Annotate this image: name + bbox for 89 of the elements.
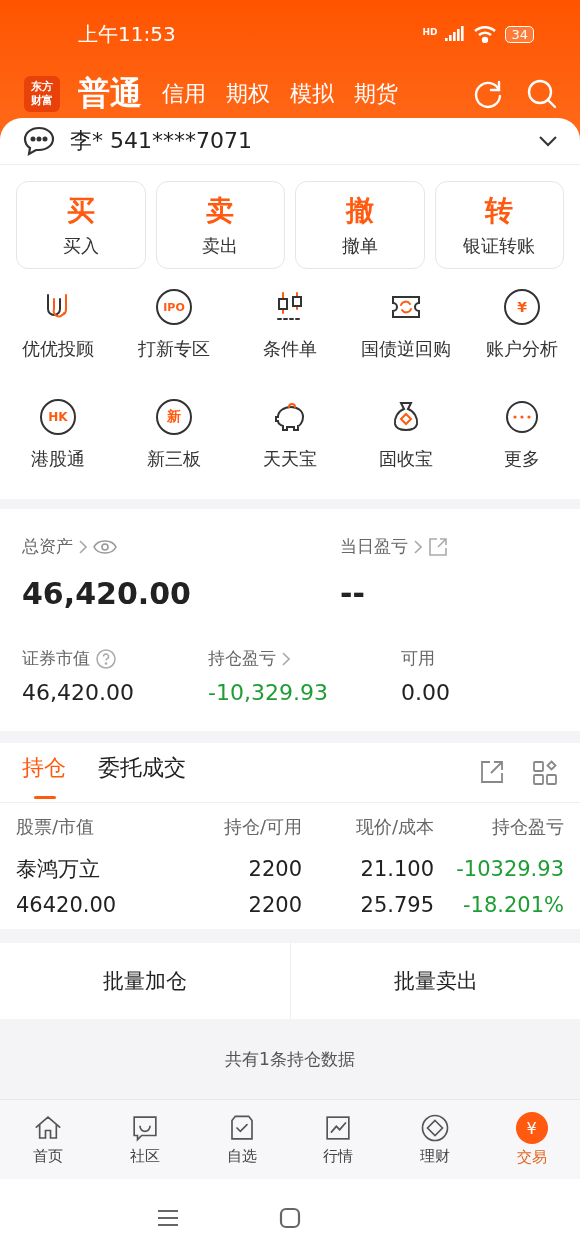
action-label: 银证转账 <box>463 234 536 258</box>
action-label: 卖出 <box>202 234 239 258</box>
column-header: 持仓盈亏 <box>491 815 564 839</box>
action-glyph: 转 <box>485 193 514 229</box>
service-shortcut[interactable]: ¥ 账户分析 <box>464 279 580 371</box>
stat-label: 证券市值 <box>22 647 90 670</box>
column-header: 持仓/可用 <box>222 815 302 839</box>
service-shortcut[interactable]: 固收宝 <box>348 389 464 481</box>
stat-value: 0.00 <box>401 680 451 705</box>
action-glyph: 买 <box>66 193 95 229</box>
stat-value: -10,329.93 <box>208 680 329 705</box>
service-shortcut[interactable]: 条件单 <box>232 279 348 371</box>
home-button-icon[interactable] <box>279 1207 301 1229</box>
total-assets-label: 总资产 <box>22 535 73 558</box>
app-logo: 东方 财富 <box>24 76 60 112</box>
nav-tab[interactable]: 社区 <box>96 1100 194 1179</box>
action-glyph: 撤 <box>345 193 374 229</box>
account-name: 李* 541****7071 <box>70 127 253 155</box>
menu-icon[interactable] <box>157 1208 179 1228</box>
trade-action-button[interactable]: 买 买入 <box>16 181 146 269</box>
stat-value: 46,420.00 <box>22 680 135 705</box>
trade-action-button[interactable]: 撤 撤单 <box>295 181 425 269</box>
pnl-cell-text: -18.201% <box>462 892 564 919</box>
circle-badge: HK <box>40 399 76 435</box>
nav-tab[interactable]: 自选 <box>193 1100 290 1179</box>
holdings-summary: 共有1条持仓数据 <box>225 1047 355 1071</box>
service-shortcut[interactable]: 天天宝 <box>232 389 348 481</box>
service-label: 新三板 <box>147 447 201 471</box>
table-cell-text: 2200 <box>247 892 302 919</box>
action-glyph: 卖 <box>206 193 235 229</box>
chevron-right-icon <box>414 539 422 554</box>
battery-icon: 34 <box>505 25 534 43</box>
network-label: HD <box>422 27 438 37</box>
service-label: 固收宝 <box>379 447 433 471</box>
column-header: 现价/成本 <box>354 815 434 839</box>
nav-tab[interactable]: 首页 <box>0 1100 97 1179</box>
stat-label: 持仓盈亏 <box>208 647 276 670</box>
circle-badge: ¥ <box>504 289 540 325</box>
chevron-down-icon[interactable] <box>538 135 558 147</box>
column-header: 股票/市值 <box>16 815 96 839</box>
refresh-icon[interactable] <box>472 78 504 110</box>
service-shortcut[interactable]: 国债逆回购 <box>348 279 464 371</box>
grid-icon[interactable] <box>532 760 558 786</box>
service-label: 优优投顾 <box>22 337 94 361</box>
service-label: 条件单 <box>263 337 317 361</box>
daily-pnl-value: -- <box>340 576 366 611</box>
stock-name: 泰鸿万立 <box>16 856 101 883</box>
nav-tab[interactable]: 行情 <box>290 1100 387 1179</box>
circle-badge: 新 <box>156 399 192 435</box>
trade-action-button[interactable]: 转 银证转账 <box>434 181 564 269</box>
service-label: 账户分析 <box>486 337 558 361</box>
table-cell-text: 2200 <box>247 856 302 883</box>
holdings-tab[interactable]: 委托成交 <box>98 753 186 802</box>
trade-action-button[interactable]: 卖 卖出 <box>155 181 285 269</box>
table-cell-text: 46420.00 <box>16 892 118 919</box>
chat-bubble-icon <box>130 1113 160 1143</box>
chevron-right-icon <box>282 651 290 666</box>
wifi-icon <box>473 25 498 43</box>
more-icon <box>504 399 540 435</box>
service-label: 天天宝 <box>263 447 317 471</box>
service-label: 港股通 <box>31 447 85 471</box>
table-cell-text: 21.100 <box>359 856 434 883</box>
table-cell-text: 25.795 <box>359 892 434 919</box>
chevron-right-icon <box>79 539 87 554</box>
stat-label: 可用 <box>401 647 435 670</box>
chat-bubble-icon <box>22 125 56 157</box>
total-assets-value: 46,420.00 <box>22 576 192 611</box>
action-label: 买入 <box>62 234 99 258</box>
service-shortcut[interactable]: 新 新三板 <box>116 389 232 481</box>
action-label: 撤单 <box>341 234 378 258</box>
share-icon[interactable] <box>428 536 448 557</box>
service-shortcut[interactable]: HK 港股通 <box>0 389 116 481</box>
pnl-cell-text: -10329.93 <box>455 856 564 883</box>
coin-icon: ¥ <box>515 1112 548 1144</box>
service-label: 更多 <box>504 447 540 471</box>
help-icon[interactable] <box>96 648 116 669</box>
circle-badge: IPO <box>156 289 192 325</box>
signal-icon <box>445 25 466 43</box>
search-icon[interactable] <box>526 78 558 110</box>
eye-icon[interactable] <box>93 538 117 555</box>
service-label: 国债逆回购 <box>361 337 451 361</box>
share-icon[interactable] <box>480 760 504 784</box>
service-shortcut[interactable]: 优优投顾 <box>0 279 116 371</box>
nav-tab[interactable]: 理财 <box>386 1100 484 1179</box>
daily-pnl-label: 当日盈亏 <box>340 535 408 558</box>
service-label: 打新专区 <box>138 337 210 361</box>
status-time: 上午11:53 <box>78 20 177 48</box>
service-shortcut[interactable]: IPO 打新专区 <box>116 279 232 371</box>
service-shortcut[interactable]: 更多 <box>464 389 580 481</box>
